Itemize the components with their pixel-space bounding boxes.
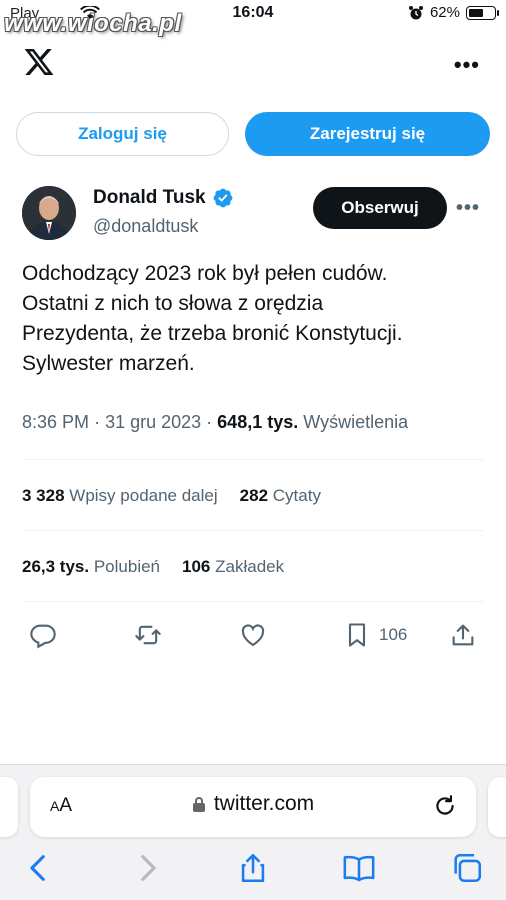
battery-percent: 62% bbox=[429, 4, 460, 21]
share-button[interactable] bbox=[449, 618, 477, 652]
reposts-stat[interactable]: 3 328 Wpisy podane dalej bbox=[22, 486, 218, 505]
share-icon bbox=[452, 624, 474, 646]
like-button[interactable] bbox=[239, 618, 267, 652]
likes-label: Polubień bbox=[93, 557, 161, 576]
avatar-image bbox=[22, 186, 76, 240]
more-options-icon[interactable]: ••• bbox=[454, 52, 480, 78]
login-button[interactable]: Zaloguj się bbox=[16, 112, 229, 156]
address-bar[interactable]: AA twitter.com bbox=[30, 777, 476, 837]
battery-icon bbox=[466, 5, 499, 20]
lock-icon bbox=[192, 796, 205, 812]
url-display[interactable]: twitter.com bbox=[30, 792, 476, 816]
tweet-line: Sylwester marzeń. bbox=[22, 352, 195, 375]
next-tab-peek[interactable] bbox=[488, 777, 506, 837]
status-right: 62% bbox=[408, 4, 499, 21]
bookmarks-stat[interactable]: 106 Zakładek bbox=[182, 557, 284, 576]
divider bbox=[22, 459, 484, 460]
alarm-icon bbox=[408, 5, 423, 19]
author-name-row[interactable]: Donald Tusk bbox=[93, 187, 234, 209]
heart-icon bbox=[241, 624, 265, 647]
author-handle[interactable]: @donaldtusk bbox=[93, 216, 198, 237]
wifi-icon bbox=[80, 6, 100, 19]
stats-row-reposts: 3 328 Wpisy podane dalej 282 Cytaty bbox=[22, 486, 321, 506]
bookmarks-label: Zakładek bbox=[215, 557, 285, 576]
quotes-stat[interactable]: 282 Cytaty bbox=[240, 486, 321, 505]
reposts-label: Wpisy podane dalej bbox=[69, 486, 218, 505]
follow-button[interactable]: Obserwuj bbox=[313, 187, 447, 229]
tweet-date[interactable]: 31 gru 2023 bbox=[105, 412, 201, 432]
verified-badge-icon bbox=[213, 188, 233, 208]
meta-separator: · bbox=[206, 412, 218, 432]
reply-button[interactable] bbox=[29, 618, 57, 652]
tweet-text: Odchodzący 2023 rok był pełen cudów. Ost… bbox=[22, 259, 482, 379]
reload-icon[interactable] bbox=[432, 793, 458, 819]
bookmark-button[interactable]: 106 bbox=[343, 618, 407, 652]
back-icon[interactable] bbox=[22, 851, 56, 885]
views-count: 648,1 tys. bbox=[217, 412, 299, 432]
browser-toolbar bbox=[0, 851, 506, 891]
tweet-actions: 106 bbox=[0, 618, 506, 652]
tweet-line: Ostatni z nich to słowa z orędzia bbox=[22, 292, 324, 315]
divider bbox=[22, 530, 484, 531]
tabs-icon[interactable] bbox=[450, 851, 484, 885]
tweet-line: Prezydenta, że trzeba bronić Konstytucji… bbox=[22, 322, 403, 345]
repost-icon bbox=[135, 625, 161, 645]
previous-tab-peek[interactable] bbox=[0, 777, 18, 837]
bookmarks-count: 106 bbox=[182, 557, 211, 576]
divider bbox=[22, 601, 484, 602]
bookmark-count: 106 bbox=[379, 625, 408, 644]
likes-stat[interactable]: 26,3 tys. Polubień bbox=[22, 557, 160, 576]
avatar[interactable] bbox=[22, 186, 76, 240]
meta-separator: · bbox=[94, 412, 106, 432]
author-name[interactable]: Donald Tusk bbox=[93, 187, 206, 209]
forward-icon[interactable] bbox=[130, 851, 164, 885]
tweet-line: Odchodzący 2023 rok był pełen cudów. bbox=[22, 262, 388, 285]
tweet-meta: 8:36 PM · 31 gru 2023 · 648,1 tys. Wyświ… bbox=[22, 412, 408, 433]
bookmarks-book-icon[interactable] bbox=[342, 851, 376, 885]
x-logo-icon[interactable] bbox=[22, 46, 56, 78]
bookmark-icon bbox=[348, 623, 366, 647]
url-text: twitter.com bbox=[213, 792, 315, 815]
share-sheet-icon[interactable] bbox=[236, 851, 270, 885]
reply-icon bbox=[30, 624, 56, 649]
tweet-time[interactable]: 8:36 PM bbox=[22, 412, 89, 432]
battery-fill bbox=[469, 8, 484, 17]
reposts-count: 3 328 bbox=[22, 486, 65, 505]
quotes-count: 282 bbox=[239, 486, 269, 505]
signup-button[interactable]: Zarejestruj się bbox=[245, 112, 490, 156]
views-label: Wyświetlenia bbox=[303, 412, 409, 432]
quotes-label: Cytaty bbox=[272, 486, 321, 505]
likes-count: 26,3 tys. bbox=[22, 557, 90, 576]
repost-button[interactable] bbox=[134, 618, 162, 652]
browser-bottom-bar: AA twitter.com bbox=[0, 764, 506, 900]
tweet-more-icon[interactable]: ••• bbox=[456, 197, 480, 220]
stats-row-likes: 26,3 tys. Polubień 106 Zakładek bbox=[22, 557, 284, 577]
